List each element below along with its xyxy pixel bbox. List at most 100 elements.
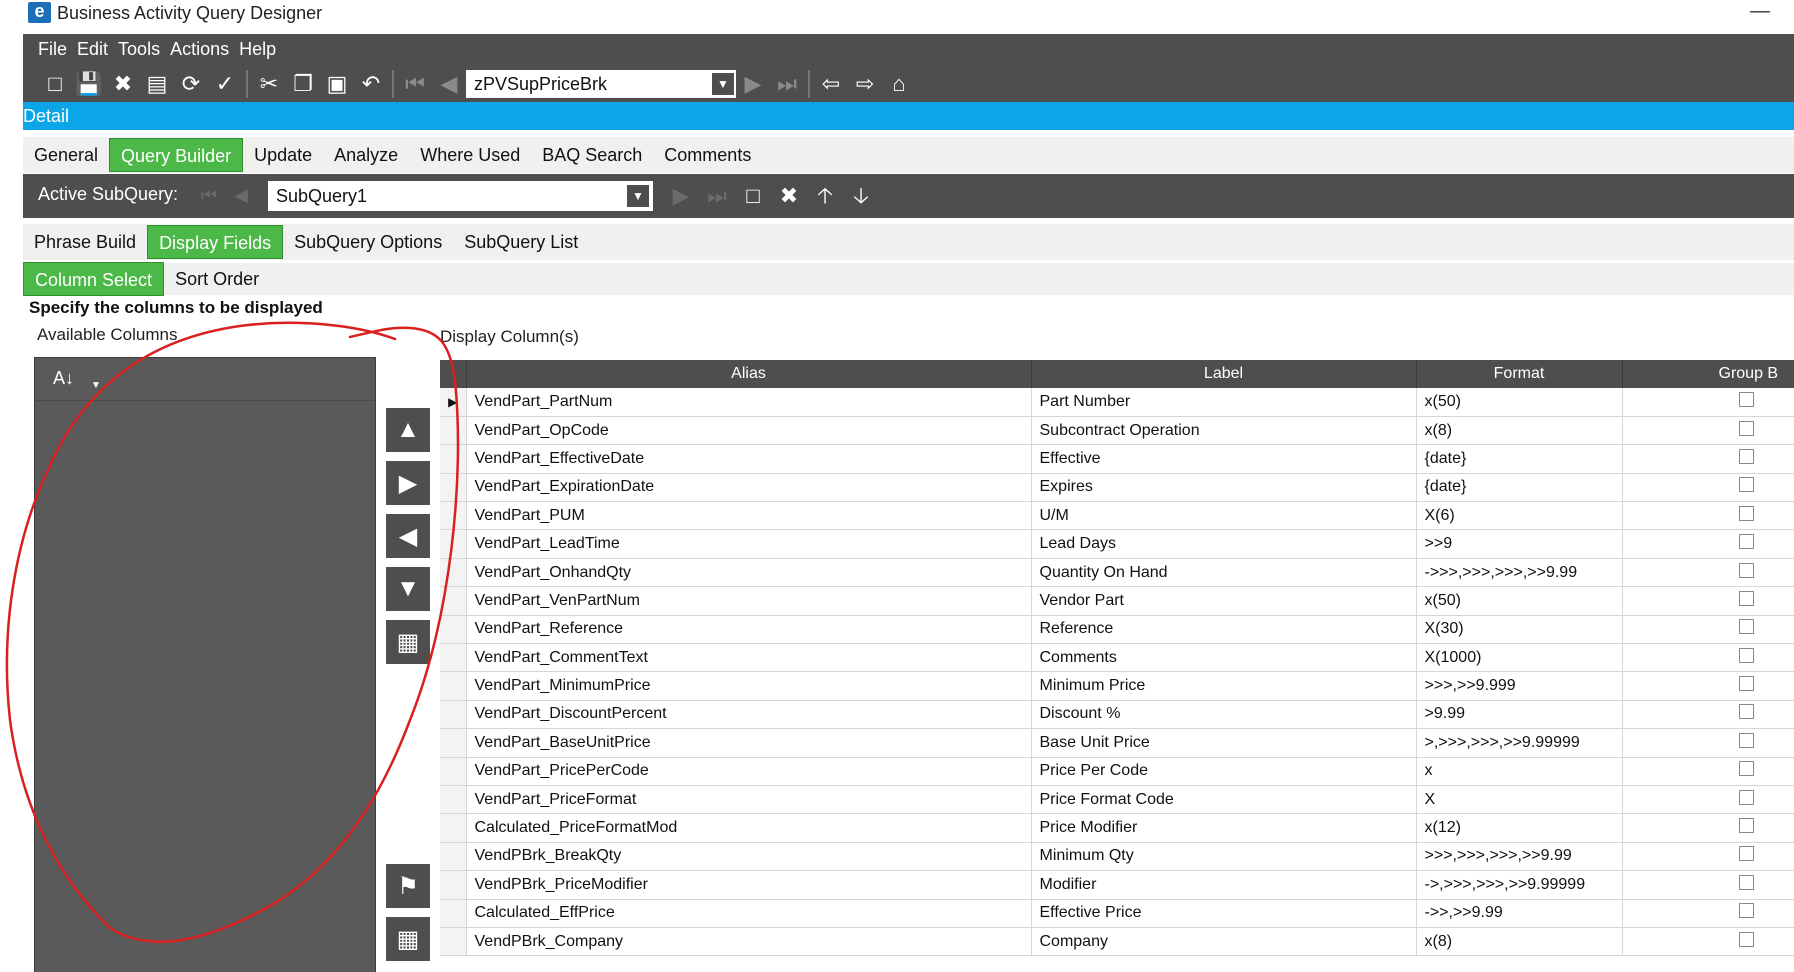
table-row[interactable]: VendPBrk_BreakQty Minimum Qty >>>,>>>,>>>,… <box>440 842 1794 872</box>
row-selector[interactable] <box>440 700 467 730</box>
group-by-header[interactable]: Group B <box>1622 360 1794 388</box>
remove-column-button[interactable]: ◀ <box>386 514 430 558</box>
label-cell[interactable]: U/M <box>1031 501 1417 531</box>
table-row[interactable]: VendPart_CommentText Comments X(1000) <box>440 643 1794 673</box>
group-by-checkbox[interactable] <box>1738 505 1754 521</box>
label-cell[interactable]: Comments <box>1031 643 1417 673</box>
chevron-down-icon[interactable]: ▼ <box>91 380 101 391</box>
group-by-checkbox[interactable] <box>1738 732 1754 748</box>
label-cell[interactable]: Minimum Price <box>1031 671 1417 701</box>
format-cell[interactable]: >>>,>>9.999 <box>1416 671 1623 701</box>
row-selector[interactable] <box>440 842 467 872</box>
label-cell[interactable]: Discount % <box>1031 700 1417 730</box>
delete-icon[interactable]: ✖ <box>106 69 140 99</box>
group-by-checkbox[interactable] <box>1738 590 1754 606</box>
table-row[interactable]: VendPart_ExpirationDate Expires {date} <box>440 473 1794 503</box>
first-subquery-icon[interactable]: ⏮ <box>195 180 223 210</box>
alias-cell[interactable]: VendPart_PUM <box>466 501 1032 531</box>
available-columns-list[interactable] <box>35 400 375 972</box>
tab-query-builder[interactable]: Query Builder <box>109 138 244 172</box>
row-selector[interactable] <box>440 728 467 758</box>
label-cell[interactable]: Effective Price <box>1031 899 1417 928</box>
menu-item-actions[interactable]: Actions <box>170 39 229 60</box>
tab-subquery-options[interactable]: SubQuery Options <box>283 225 453 259</box>
group-by-checkbox[interactable] <box>1738 676 1754 692</box>
label-cell[interactable]: Part Number <box>1031 388 1417 417</box>
move-up-icon[interactable]: 🡡 <box>807 180 843 212</box>
clear-icon[interactable]: ✓ <box>208 69 242 99</box>
menu-item-help[interactable]: Help <box>239 39 276 60</box>
group-by-checkbox[interactable] <box>1738 761 1754 777</box>
table-row[interactable]: VendPart_OpCode Subcontract Operation x(8) <box>440 416 1794 446</box>
alias-cell[interactable]: VendPart_DiscountPercent <box>466 700 1032 730</box>
alias-cell[interactable]: VendPart_VenPartNum <box>466 586 1032 616</box>
row-selector[interactable] <box>440 444 467 474</box>
format-cell[interactable]: {date} <box>1416 473 1623 503</box>
table-row[interactable]: VendPBrk_PriceModifier Modifier ->,>>>,>>>… <box>440 870 1794 900</box>
tab-baq-search[interactable]: BAQ Search <box>531 138 653 172</box>
label-cell[interactable]: Price Per Code <box>1031 757 1417 786</box>
tab-comments[interactable]: Comments <box>653 138 762 172</box>
alias-cell[interactable]: VendPart_BaseUnitPrice <box>466 728 1032 758</box>
alias-cell[interactable]: VendPart_ExpirationDate <box>466 473 1032 503</box>
row-selector[interactable] <box>440 416 467 446</box>
label-cell[interactable]: Price Modifier <box>1031 813 1417 843</box>
table-row[interactable]: VendPart_OnhandQty Quantity On Hand ->>>,>… <box>440 558 1794 588</box>
row-selector[interactable] <box>440 785 467 815</box>
query-id-combo[interactable]: zPVSupPriceBrk ▼ <box>466 70 736 98</box>
format-cell[interactable]: >9.99 <box>1416 700 1623 730</box>
format-cell[interactable]: ->>>,>>>,>>>,>>9.99 <box>1416 558 1623 588</box>
table-row[interactable]: VendPart_Reference Reference X(30) <box>440 615 1794 645</box>
row-selector[interactable]: ▶ <box>440 388 467 417</box>
format-cell[interactable]: X(6) <box>1416 501 1623 531</box>
format-cell[interactable]: X(30) <box>1416 615 1623 645</box>
last-record-icon[interactable]: ⏭ <box>770 69 804 99</box>
group-by-checkbox[interactable] <box>1738 903 1754 919</box>
next-subquery-icon[interactable]: ▶ <box>663 180 699 212</box>
alias-cell[interactable]: VendPart_PartNum <box>466 388 1032 417</box>
row-selector[interactable] <box>440 615 467 645</box>
alias-cell[interactable]: VendPart_MinimumPrice <box>466 671 1032 701</box>
undo-icon[interactable]: ↶ <box>354 69 388 99</box>
group-by-checkbox[interactable] <box>1738 846 1754 862</box>
row-selector[interactable] <box>440 586 467 616</box>
format-cell[interactable]: {date} <box>1416 444 1623 474</box>
label-header[interactable]: Label <box>1031 360 1417 388</box>
group-by-checkbox[interactable] <box>1738 562 1754 578</box>
group-by-checkbox[interactable] <box>1738 789 1754 805</box>
refresh-icon[interactable]: ⟳ <box>174 69 208 99</box>
alias-cell[interactable]: VendPart_CommentText <box>466 643 1032 673</box>
group-by-checkbox[interactable] <box>1738 534 1754 550</box>
cut-icon[interactable]: ✂ <box>252 69 286 99</box>
table-row[interactable]: Calculated_EffPrice Effective Price ->>,>>… <box>440 899 1794 928</box>
table-row[interactable]: VendPart_MinimumPrice Minimum Price >>>,>>… <box>440 671 1794 701</box>
alias-cell[interactable]: VendPart_PriceFormat <box>466 785 1032 815</box>
label-cell[interactable]: Price Format Code <box>1031 785 1417 815</box>
label-cell[interactable]: Base Unit Price <box>1031 728 1417 758</box>
group-by-checkbox[interactable] <box>1738 931 1754 947</box>
tab-update[interactable]: Update <box>243 138 323 172</box>
tab-general[interactable]: General <box>23 138 109 172</box>
menu-item-edit[interactable]: Edit <box>77 39 108 60</box>
row-selector[interactable] <box>440 501 467 531</box>
label-cell[interactable]: Effective <box>1031 444 1417 474</box>
home-icon[interactable]: ⌂ <box>882 69 916 99</box>
label-cell[interactable]: Company <box>1031 927 1417 957</box>
save-icon[interactable]: 💾 <box>72 69 106 99</box>
previous-record-icon[interactable]: ◀ <box>432 69 466 99</box>
sort-az-icon[interactable]: A↓ <box>53 368 74 389</box>
table-row[interactable]: Calculated_PriceFormatMod Price Modifier x… <box>440 813 1794 843</box>
copy-icon[interactable]: ❐ <box>286 69 320 99</box>
alias-cell[interactable]: Calculated_EffPrice <box>466 899 1032 928</box>
row-selector[interactable] <box>440 813 467 843</box>
format-cell[interactable]: x <box>1416 757 1623 786</box>
row-selector[interactable] <box>440 927 467 957</box>
group-by-checkbox[interactable] <box>1738 619 1754 635</box>
group-by-checkbox[interactable] <box>1738 704 1754 720</box>
new-icon[interactable]: □ <box>38 69 72 99</box>
menu-item-file[interactable]: File <box>38 39 67 60</box>
alias-header[interactable]: Alias <box>466 360 1032 388</box>
paste-icon[interactable]: ▣ <box>320 69 354 99</box>
chevron-down-icon[interactable]: ▼ <box>712 73 734 95</box>
tab-phrase-build[interactable]: Phrase Build <box>23 225 147 259</box>
